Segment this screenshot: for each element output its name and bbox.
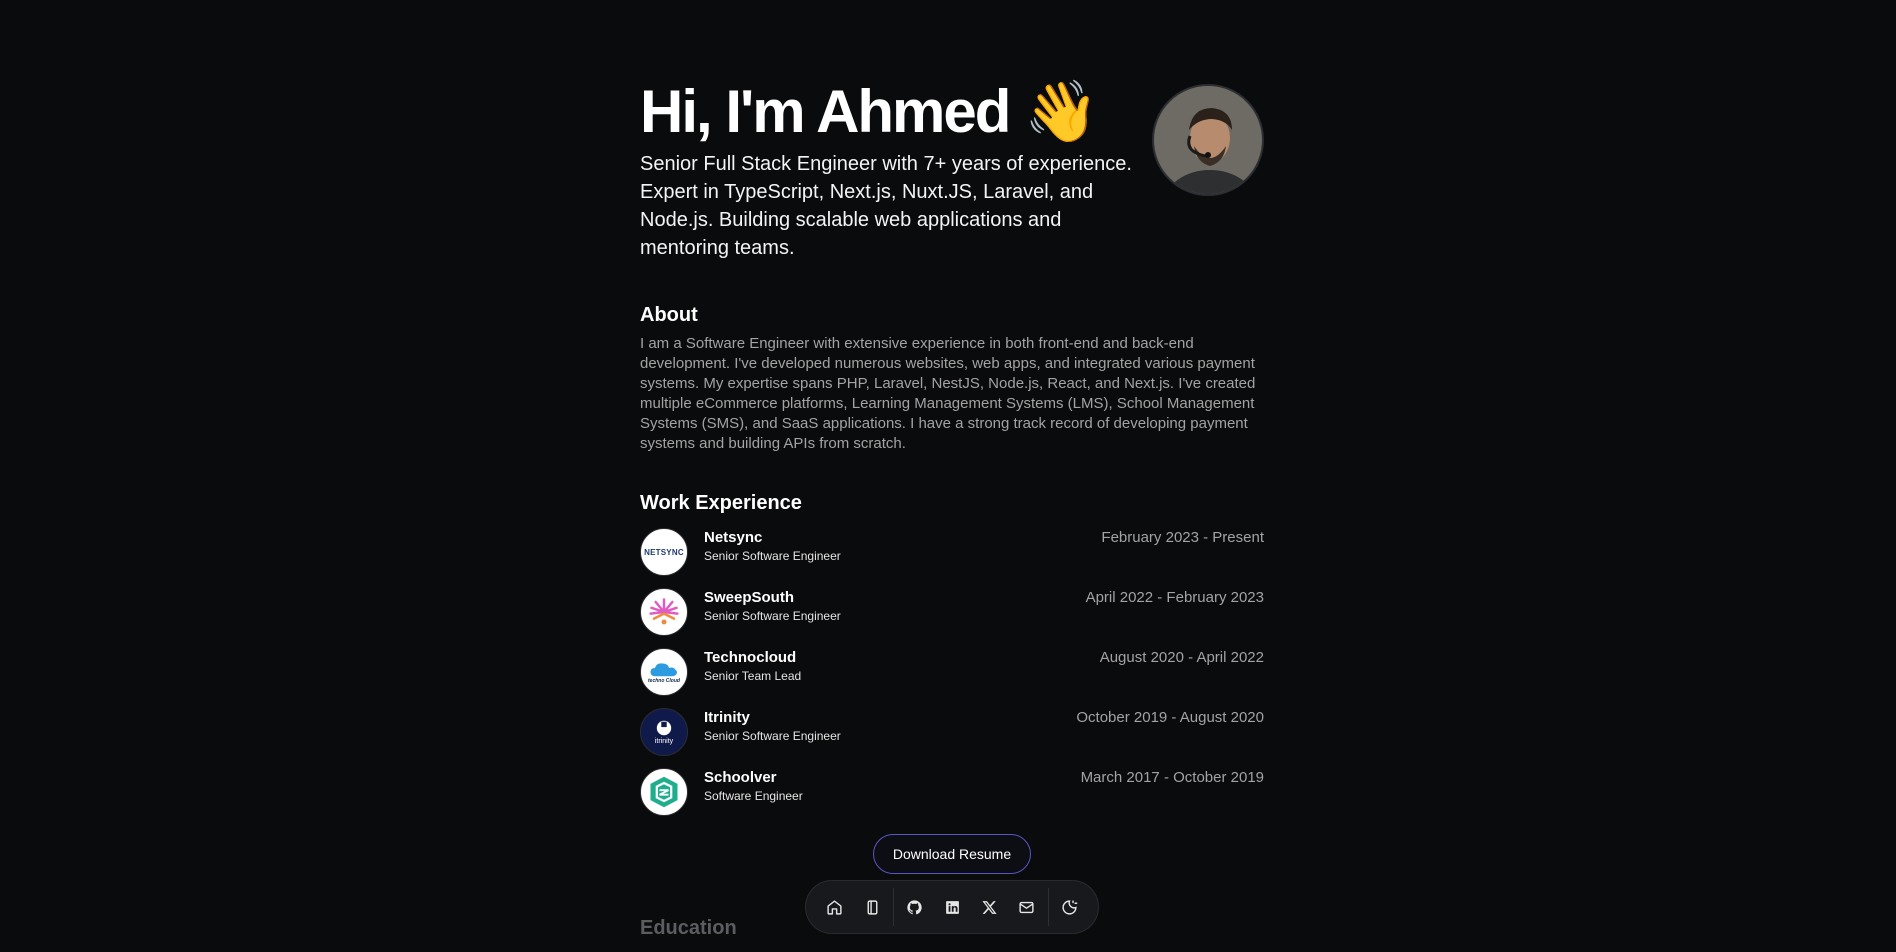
job-dates: August 2020 - April 2022 (1099, 649, 1264, 666)
dock-divider (892, 888, 894, 926)
x-icon[interactable] (971, 887, 1008, 927)
home-icon[interactable] (816, 887, 853, 927)
avatar (1152, 84, 1264, 196)
sweepsouth-logo-icon (649, 598, 679, 625)
job-info: Technocloud Senior Team Lead (704, 648, 801, 685)
job-info: SweepSouth Senior Software Engineer (704, 588, 841, 625)
work-experience-title: Work Experience (640, 492, 802, 514)
job-item[interactable]: Schoolver Software Engineer March 2017 -… (640, 768, 1264, 828)
github-icon[interactable] (896, 887, 933, 927)
cloud-icon (650, 662, 677, 676)
hero-subtitle: Senior Full Stack Engineer with 7+ years… (640, 153, 1132, 259)
itrinity-logo: itrinity (640, 708, 688, 756)
dock-divider (1047, 888, 1049, 926)
job-item[interactable]: NETSYNC Netsync Senior Software Engineer… (640, 528, 1264, 588)
job-role: Senior Team Lead (704, 669, 802, 683)
hero-section: Hi, I'm Ahmed 👋 Senior Full Stack Engine… (640, 76, 1264, 276)
job-dates: March 2017 - October 2019 (1080, 769, 1264, 786)
company-name: Netsync (704, 529, 763, 546)
portfolio-page: Hi, I'm Ahmed 👋 Senior Full Stack Engine… (0, 0, 1896, 952)
theme-toggle-icon[interactable] (1051, 887, 1088, 927)
linkedin-icon[interactable] (933, 887, 970, 927)
job-item[interactable]: itrinity Itrinity Senior Software Engine… (640, 708, 1264, 768)
netsync-logo: NETSYNC (640, 528, 688, 576)
company-name: Itrinity (704, 709, 750, 726)
download-resume-button[interactable]: Download Resume (873, 834, 1031, 874)
about-title: About (640, 304, 698, 326)
main-content: Hi, I'm Ahmed 👋 Senior Full Stack Engine… (640, 76, 1264, 816)
job-info: Netsync Senior Software Engineer (704, 528, 841, 565)
company-name: Schoolver (704, 769, 777, 786)
job-role: Senior Software Engineer (704, 729, 841, 743)
company-name: Technocloud (704, 649, 797, 666)
job-item[interactable]: techno Cloud Technocloud Senior Team Lea… (640, 648, 1264, 708)
about-section: About I am a Software Engineer with exte… (640, 302, 1264, 454)
job-role: Senior Software Engineer (704, 549, 841, 563)
about-text: I am a Software Engineer with extensive … (640, 335, 1256, 452)
schoolver-logo (640, 768, 688, 816)
work-experience-section: Work Experience NETSYNC Netsync Senior S… (640, 490, 1264, 828)
itrinity-logo-icon (656, 720, 672, 736)
schoolver-logo-icon (650, 776, 678, 808)
job-info: Itrinity Senior Software Engineer (704, 708, 841, 745)
job-role: Software Engineer (704, 789, 803, 803)
notebook-icon[interactable] (853, 887, 890, 927)
education-title: Education (640, 917, 737, 939)
job-role: Senior Software Engineer (704, 609, 841, 623)
job-dates: February 2023 - Present (1101, 529, 1264, 546)
sweepsouth-logo (640, 588, 688, 636)
bottom-dock (805, 880, 1099, 934)
company-name: SweepSouth (704, 589, 795, 606)
mail-icon[interactable] (1008, 887, 1045, 927)
job-info: Schoolver Software Engineer (704, 768, 803, 805)
job-dates: October 2019 - August 2020 (1076, 709, 1264, 726)
technocloud-logo: techno Cloud (640, 648, 688, 696)
job-item[interactable]: SweepSouth Senior Software Engineer Apri… (640, 588, 1264, 648)
job-dates: April 2022 - February 2023 (1085, 589, 1264, 606)
